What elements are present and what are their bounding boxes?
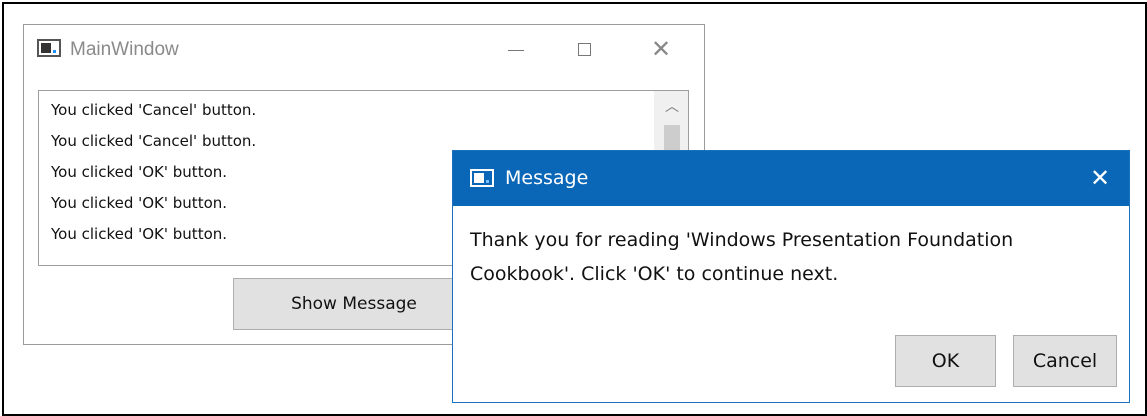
message-dialog: Message ✕ Thank you for reading 'Windows… [452,150,1130,403]
ok-button[interactable]: OK [895,335,996,387]
close-icon: ✕ [1089,165,1111,192]
dialog-close-button[interactable]: ✕ [1083,162,1117,196]
minimize-button[interactable] [492,33,538,67]
list-item[interactable]: You clicked 'Cancel' button. [39,95,688,126]
dialog-title: Message [505,167,589,189]
main-window-title: MainWindow [70,39,179,60]
app-window-icon [37,39,61,57]
minimize-icon [508,50,524,51]
maximize-button[interactable] [561,33,607,67]
scroll-up-icon[interactable]: ︿ [664,99,680,113]
cancel-button[interactable]: Cancel [1013,335,1117,387]
close-button[interactable]: ✕ [638,33,684,67]
main-titlebar: MainWindow ✕ [24,25,704,75]
app-window-icon [470,169,494,187]
close-icon: ✕ [650,36,672,63]
show-message-button[interactable]: Show Message [233,278,475,330]
maximize-icon [578,43,591,56]
dialog-message: Thank you for reading 'Windows Presentat… [470,229,1014,285]
dialog-titlebar: Message ✕ [453,151,1129,206]
